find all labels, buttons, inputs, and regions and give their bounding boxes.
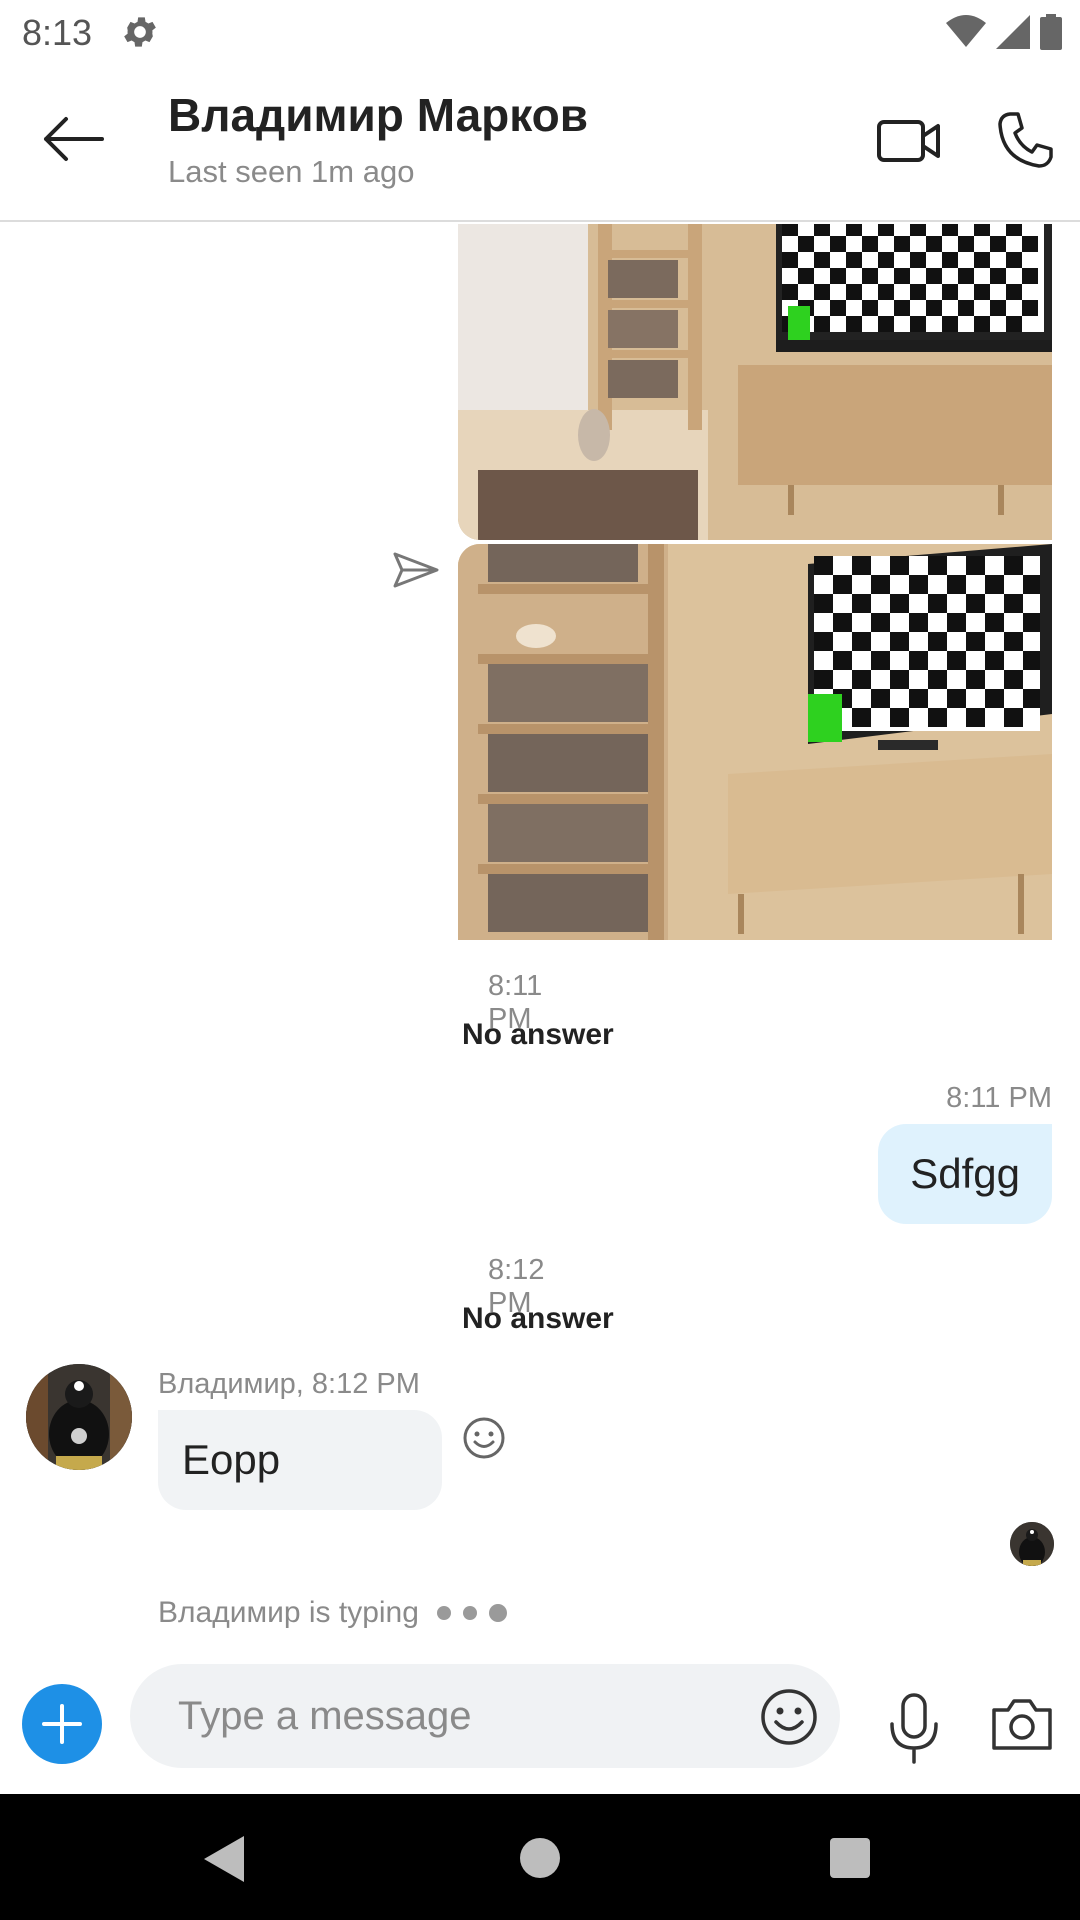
- contact-name[interactable]: Владимир Марков: [168, 88, 588, 142]
- status-icons: [946, 12, 1062, 52]
- shared-image[interactable]: [458, 544, 1052, 940]
- video-call-icon[interactable]: [876, 114, 942, 168]
- camera-icon[interactable]: [990, 1696, 1054, 1752]
- checkerboard-pattern: [782, 224, 1044, 346]
- last-seen-status: Last seen 1m ago: [168, 154, 415, 189]
- nav-home-icon[interactable]: [520, 1838, 560, 1878]
- room-photo-image: [458, 544, 1052, 940]
- sent-icon: [393, 552, 439, 588]
- incoming-message-bubble[interactable]: Eopp: [158, 1410, 442, 1510]
- message-sender-time: Владимир, 8:12 PM: [158, 1368, 420, 1400]
- message-input[interactable]: [130, 1664, 840, 1768]
- checkerboard-pattern: [808, 556, 1040, 742]
- typing-dots-icon: [436, 1604, 507, 1622]
- plus-icon: [42, 1704, 82, 1744]
- messages-list[interactable]: 8:11 PM No answer 8:11 PM Sdfgg 8:12 PM …: [0, 224, 1080, 1634]
- message-time: 8:11 PM: [946, 1082, 1052, 1114]
- back-arrow-icon[interactable]: [40, 114, 106, 164]
- avatar-image: [1010, 1522, 1054, 1566]
- contact-avatar[interactable]: [26, 1364, 132, 1470]
- wifi-icon: [946, 15, 986, 47]
- room-photo-image: [458, 224, 1052, 540]
- signal-icon: [996, 15, 1030, 49]
- call-status[interactable]: No answer: [462, 1302, 662, 1336]
- nav-back-icon[interactable]: [200, 1834, 246, 1884]
- emoji-icon[interactable]: [760, 1688, 818, 1746]
- shared-image[interactable]: [458, 224, 1052, 540]
- chat-header: Владимир Марков Last seen 1m ago: [0, 64, 1080, 222]
- smiley-icon[interactable]: [462, 1416, 506, 1460]
- battery-icon: [1040, 14, 1062, 50]
- phone-call-icon[interactable]: [996, 110, 1054, 170]
- status-bar: 8:13: [0, 0, 1080, 64]
- avatar-image: [26, 1364, 132, 1470]
- read-receipt-avatar: [1010, 1522, 1054, 1566]
- typing-label: Владимир is typing: [158, 1596, 419, 1629]
- nav-recents-icon[interactable]: [830, 1838, 870, 1878]
- outgoing-message-bubble[interactable]: Sdfgg: [878, 1124, 1052, 1224]
- call-status[interactable]: No answer: [462, 1018, 662, 1052]
- system-navigation-bar: [0, 1794, 1080, 1920]
- typing-indicator: Владимир is typing: [158, 1596, 507, 1630]
- status-time: 8:13: [22, 12, 93, 53]
- gear-icon: [124, 17, 156, 47]
- add-attachment-button[interactable]: [22, 1684, 102, 1764]
- microphone-icon[interactable]: [886, 1692, 942, 1764]
- message-composer: [0, 1640, 1080, 1794]
